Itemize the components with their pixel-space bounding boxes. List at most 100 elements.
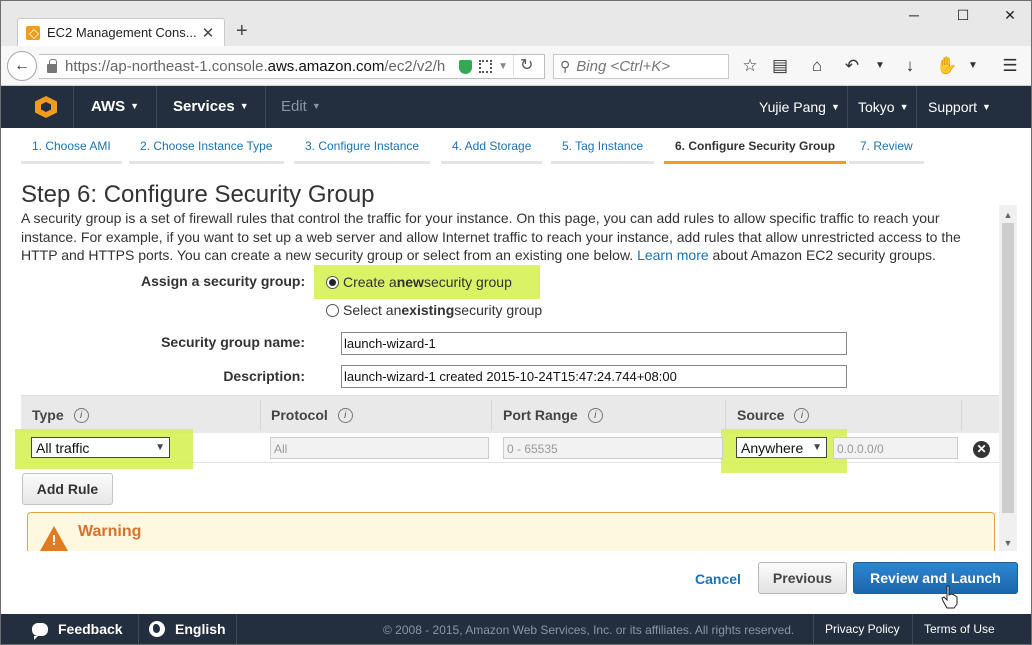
source-select[interactable]: Anywhere ▼ xyxy=(736,437,827,458)
warning-icon: ! xyxy=(40,526,68,551)
chevron-down-icon: ▼ xyxy=(982,102,991,112)
user-menu[interactable]: Yujie Pang ▼ xyxy=(759,99,840,115)
aws-menu[interactable]: AWS ▼ xyxy=(91,98,139,115)
star-icon[interactable]: ☆ xyxy=(739,56,761,76)
hand-cursor-icon xyxy=(941,585,958,609)
chevron-down-icon: ▼ xyxy=(155,442,165,453)
undo-dropdown-icon[interactable]: ▼ xyxy=(869,60,891,71)
url-text: https://ap-northeast-1.console.aws.amazo… xyxy=(65,58,446,75)
port-range-input: 0 - 65535 xyxy=(503,437,723,459)
url-bar[interactable]: https://ap-northeast-1.console.aws.amazo… xyxy=(39,54,545,79)
region-menu[interactable]: Tokyo ▼ xyxy=(858,99,909,115)
chevron-down-icon: ▼ xyxy=(311,101,321,111)
page-title: Step 6: Configure Security Group xyxy=(21,181,375,208)
add-rule-button[interactable]: Add Rule xyxy=(22,473,113,505)
step-choose-ami[interactable]: 1. Choose AMI xyxy=(21,139,122,164)
step-add-storage[interactable]: 4. Add Storage xyxy=(441,139,543,164)
col-type: Type i xyxy=(32,407,89,423)
addon-dropdown-icon[interactable]: ▼ xyxy=(962,60,984,71)
radio-select-existing[interactable]: Select an existing security group xyxy=(326,302,542,318)
aws-favicon-icon xyxy=(26,25,40,40)
radio-create-new[interactable]: Create a new security group xyxy=(326,274,512,290)
minimize-icon[interactable]: ─ xyxy=(899,7,929,23)
language-link[interactable]: English xyxy=(149,621,226,637)
description-label: Description: xyxy=(223,368,305,384)
chevron-down-icon: ▼ xyxy=(830,102,840,112)
info-icon[interactable]: i xyxy=(73,407,89,423)
scroll-thumb[interactable] xyxy=(1002,223,1014,513)
step-configure-instance[interactable]: 3. Configure Instance xyxy=(294,139,431,164)
step-configure-security-group[interactable]: 6. Configure Security Group xyxy=(664,139,847,164)
group-name-label: Security group name: xyxy=(161,334,305,350)
globe-icon xyxy=(149,621,165,637)
navigation-bar: ← https://ap-northeast-1.console.aws.ama… xyxy=(1,46,1031,86)
cancel-button[interactable]: Cancel xyxy=(695,571,741,587)
col-protocol: Protocol i xyxy=(271,407,353,423)
browser-window: EC2 Management Cons... ✕ + ─ ☐ ✕ ← https… xyxy=(0,0,1032,645)
radio-selected[interactable] xyxy=(326,275,339,289)
home-icon[interactable]: ⌂ xyxy=(806,56,828,76)
new-tab-icon[interactable]: + xyxy=(236,20,248,43)
learn-more-link[interactable]: Learn more xyxy=(637,247,709,263)
privacy-policy-link[interactable]: Privacy Policy xyxy=(825,622,900,636)
col-port-range: Port Range i xyxy=(503,407,603,423)
url-dropdown-icon[interactable]: ▼ xyxy=(498,61,508,72)
aws-logo-icon[interactable] xyxy=(35,96,57,118)
search-icon: ⚲ xyxy=(560,58,571,74)
undo-icon[interactable]: ↶ xyxy=(841,56,863,76)
menu-icon[interactable]: ☰ xyxy=(999,56,1021,76)
tab-title: EC2 Management Cons... xyxy=(47,25,197,40)
step-tag-instance[interactable]: 5. Tag Instance xyxy=(551,139,655,164)
review-and-launch-button[interactable]: Review and Launch xyxy=(853,562,1018,594)
tab-bar: EC2 Management Cons... ✕ + ─ ☐ ✕ xyxy=(1,1,1031,46)
protocol-input: All xyxy=(270,437,489,459)
window-close-icon[interactable]: ✕ xyxy=(995,7,1025,24)
console-footer: Feedback English © 2008 - 2015, Amazon W… xyxy=(1,614,1031,644)
previous-button[interactable]: Previous xyxy=(758,562,847,594)
type-select[interactable]: All traffic ▼ xyxy=(31,437,170,458)
search-input[interactable]: ⚲ Bing <Ctrl+K> xyxy=(553,54,729,79)
scroll-down-icon[interactable]: ▼ xyxy=(999,535,1017,551)
info-icon[interactable]: i xyxy=(587,407,603,423)
step-choose-instance-type[interactable]: 2. Choose Instance Type xyxy=(129,139,284,164)
back-icon[interactable]: ← xyxy=(7,51,37,81)
services-menu[interactable]: Services ▼ xyxy=(173,98,249,115)
search-placeholder: Bing <Ctrl+K> xyxy=(576,58,671,75)
reader-icon[interactable]: ▤ xyxy=(769,56,791,76)
info-icon[interactable]: i xyxy=(337,407,353,423)
feedback-bubble-icon xyxy=(32,622,48,640)
step-review[interactable]: 7. Review xyxy=(849,139,924,164)
shield-icon[interactable] xyxy=(459,59,473,74)
content-area: Step 6: Configure Security Group A secur… xyxy=(1,181,1031,551)
assign-group-label: Assign a security group: xyxy=(141,273,306,289)
tab-close-icon[interactable]: ✕ xyxy=(198,24,218,42)
scroll-up-icon[interactable]: ▲ xyxy=(999,207,1017,223)
description-input[interactable]: launch-wizard-1 created 2015-10-24T15:47… xyxy=(341,365,847,388)
edit-menu[interactable]: Edit ▼ xyxy=(281,98,321,115)
warning-title: Warning xyxy=(78,523,142,540)
browser-tab[interactable]: EC2 Management Cons... ✕ xyxy=(17,18,225,46)
scrollbar[interactable]: ▲ ▼ xyxy=(999,205,1017,551)
qr-icon[interactable] xyxy=(479,60,493,73)
rules-table-header: Type i Protocol i Port Range i Source i xyxy=(21,395,999,433)
remove-rule-icon[interactable]: ✕ xyxy=(973,441,990,458)
group-name-input[interactable]: launch-wizard-1 xyxy=(341,332,847,355)
support-menu[interactable]: Support ▼ xyxy=(928,99,991,115)
addon-icon[interactable]: ✋ xyxy=(936,56,958,76)
chevron-down-icon: ▼ xyxy=(899,102,909,112)
aws-header: AWS ▼ Services ▼ Edit ▼ Yujie Pang ▼ Tokyo ▼ … xyxy=(1,86,1031,128)
maximize-icon[interactable]: ☐ xyxy=(948,7,978,24)
chevron-down-icon: ▼ xyxy=(130,101,140,111)
lock-icon xyxy=(47,59,57,73)
cidr-input: 0.0.0.0/0 xyxy=(833,437,958,459)
warning-box: ! Warning xyxy=(27,512,995,551)
copyright-text: © 2008 - 2015, Amazon Web Services, Inc.… xyxy=(383,623,795,637)
col-source: Source i xyxy=(737,407,810,423)
radio-unselected[interactable] xyxy=(326,303,339,317)
feedback-link[interactable]: Feedback xyxy=(32,621,123,640)
info-icon[interactable]: i xyxy=(794,407,810,423)
terms-of-use-link[interactable]: Terms of Use xyxy=(924,622,995,636)
reload-icon[interactable]: ↻ xyxy=(513,55,533,77)
download-icon[interactable]: ↓ xyxy=(899,56,921,76)
intro-text: A security group is a set of firewall ru… xyxy=(21,210,961,263)
